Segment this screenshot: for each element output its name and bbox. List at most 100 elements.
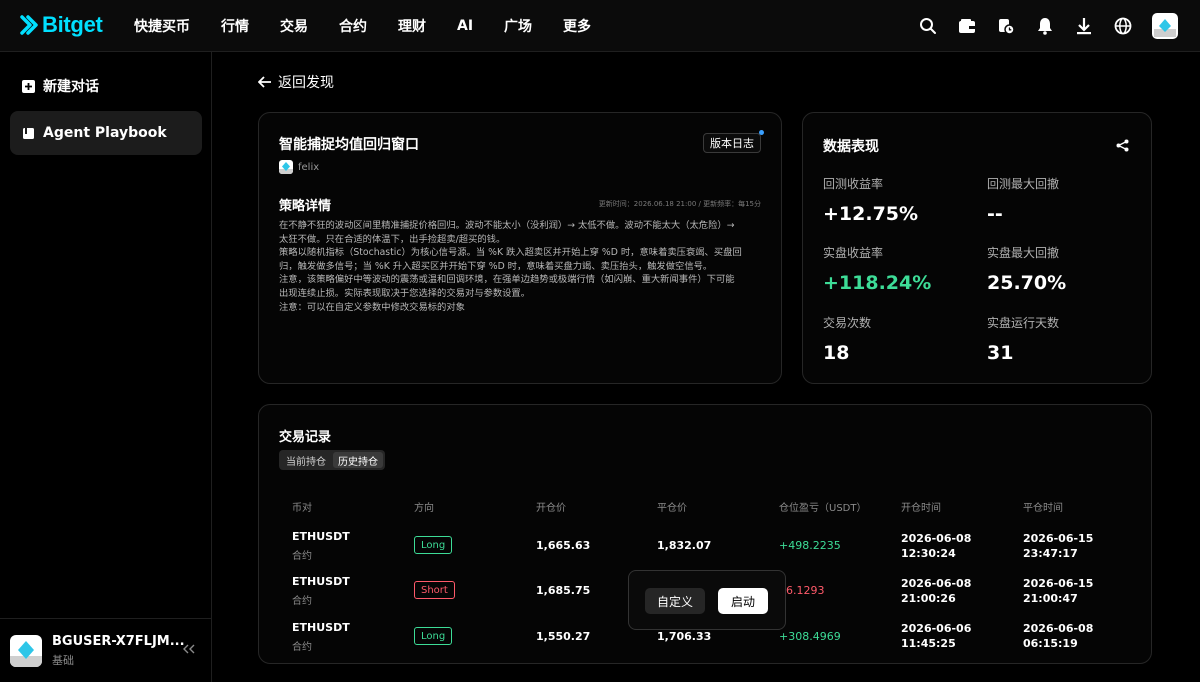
start-button[interactable]: 启动: [718, 588, 768, 614]
close-clock: 23:47:17: [1023, 547, 1078, 560]
avatar[interactable]: [1152, 13, 1178, 39]
pnl: +308.4969: [779, 630, 841, 643]
sidebar-item-label: 新建对话: [43, 79, 99, 95]
nav-futures[interactable]: 合约: [339, 16, 367, 36]
back-link[interactable]: 返回发现: [258, 72, 334, 92]
stat-value: 18: [823, 342, 850, 364]
stat-label: 实盘最大回撤: [987, 246, 1060, 260]
open-clock: 11:45:25: [901, 637, 956, 650]
stat-backtest-drawdown: 回测最大回撤 --: [987, 175, 1059, 225]
trades-tabs: 当前持仓 历史持仓: [279, 450, 385, 470]
column-header: 开仓价: [536, 503, 566, 514]
close-date: 2026-06-08: [1023, 622, 1094, 635]
nav-earn[interactable]: 理财: [398, 16, 426, 36]
nav-quick-buy[interactable]: 快捷买币: [134, 16, 190, 36]
wallet-icon[interactable]: [957, 16, 977, 36]
sidebar: 新建对话 Agent Playbook BGUSER-X7FLJM... 基础: [0, 52, 212, 682]
stat-value: --: [987, 203, 1003, 225]
contract-type: 合约: [292, 551, 312, 562]
trades-title: 交易记录: [279, 430, 332, 445]
tab-current-positions[interactable]: 当前持仓: [281, 452, 331, 468]
nav-trade[interactable]: 交易: [280, 16, 308, 36]
user-panel: BGUSER-X7FLJM... 基础: [0, 618, 211, 682]
open-date: 2026-06-08: [901, 577, 972, 590]
action-popup: 自定义 启动: [628, 570, 786, 630]
author-avatar: [279, 160, 293, 174]
stat-live-drawdown: 实盘最大回撤 25.70%: [987, 244, 1066, 294]
stat-value: 31: [987, 342, 1014, 364]
close-time: 2026-06-08 06:15:19: [1023, 621, 1093, 651]
logo[interactable]: Bitget: [18, 12, 103, 38]
sidebar-item-new-chat[interactable]: 新建对话: [10, 64, 202, 108]
stat-value: 25.70%: [987, 272, 1067, 294]
version-log-button[interactable]: 版本日志: [703, 133, 761, 153]
user-tier: 基础: [52, 653, 74, 667]
nav-markets[interactable]: 行情: [221, 16, 249, 36]
plus-square-icon: [22, 79, 35, 93]
description-line: 太狂不做。只在合适的体温下，出手捡超卖/超买的钱。: [279, 233, 506, 245]
performance-title: 数据表现: [823, 139, 879, 155]
table-row-symbol: ETHUSDT 合约: [292, 530, 350, 562]
nav-ai[interactable]: AI: [457, 18, 473, 34]
close-time: 2026-06-15 21:00:47: [1023, 576, 1093, 606]
bitget-logo-icon: [20, 15, 38, 35]
open-price: 1,685.75: [536, 584, 591, 597]
stat-trade-count: 交易次数 18: [823, 314, 871, 364]
symbol: ETHUSDT: [292, 575, 350, 588]
stat-run-days: 实盘运行天数 31: [987, 314, 1059, 364]
open-price: 1,550.27: [536, 630, 591, 643]
user-avatar[interactable]: [10, 634, 42, 667]
close-date: 2026-06-15: [1023, 532, 1094, 545]
back-label: 返回发现: [278, 75, 334, 91]
column-header: 开仓时间: [901, 503, 941, 514]
stat-live-return: 实盘收益率 +118.24%: [823, 244, 931, 294]
strategy-card: 智能捕捉均值回归窗口 版本日志 felix 策略详情 更新时间：2026.06.…: [258, 112, 782, 384]
column-header: 仓位盈亏（USDT）: [779, 503, 867, 514]
tab-history-positions[interactable]: 历史持仓: [333, 452, 383, 468]
close-clock: 21:00:47: [1023, 592, 1078, 605]
open-date: 2026-06-06: [901, 622, 972, 635]
contract-type: 合约: [292, 642, 312, 653]
bell-icon[interactable]: [1035, 16, 1055, 36]
globe-icon[interactable]: [1113, 16, 1133, 36]
user-name: BGUSER-X7FLJM...: [52, 633, 185, 649]
description-line: 在不静不狂的波动区间里精准捕捉价格回归。波动不能太小（没利润）→ 太低不做。波动…: [279, 220, 735, 231]
stat-label: 回测最大回撤: [987, 177, 1060, 191]
stat-label: 实盘运行天数: [987, 316, 1060, 330]
strategy-description: 在不静不狂的波动区间里精准捕捉价格回归。波动不能太小（没利润）→ 太低不做。波动…: [279, 219, 765, 314]
main-nav: 快捷买币 行情 交易 合约 理财 AI 广场 更多: [134, 0, 622, 52]
customize-button[interactable]: 自定义: [645, 588, 705, 614]
strategy-detail-heading: 策略详情: [279, 199, 332, 214]
column-header: 方向: [414, 503, 434, 514]
contract-type: 合约: [292, 596, 312, 607]
side-badge: Long: [414, 536, 453, 554]
sidebar-item-agent-playbook[interactable]: Agent Playbook: [10, 111, 202, 155]
nav-more[interactable]: 更多: [563, 16, 591, 36]
open-time: 2026-06-08 12:30:24: [901, 531, 971, 561]
stat-label: 实盘收益率: [823, 246, 884, 260]
description-line: 注意，该策略偏好中等波动的震荡或温和回调环境，在强单边趋势或极端行情（如闪崩、重…: [279, 274, 735, 286]
close-price: 1,832.07: [657, 539, 712, 552]
history-icon[interactable]: [996, 16, 1016, 36]
description-line: 归，触发做多信号；当 %K 升入超买区并开始下穿 %D 时，意味着买盘力竭、卖压…: [279, 260, 713, 272]
stat-backtest-return: 回测收益率 +12.75%: [823, 175, 918, 225]
arrow-left-icon: [258, 76, 271, 88]
download-icon[interactable]: [1074, 16, 1094, 36]
close-clock: 06:15:19: [1023, 637, 1078, 650]
stat-value: +12.75%: [823, 203, 919, 225]
table-row-symbol: ETHUSDT 合约: [292, 575, 350, 607]
symbol: ETHUSDT: [292, 530, 350, 543]
top-bar: Bitget 快捷买币 行情 交易 合约 理财 AI 广场 更多: [0, 0, 1200, 52]
search-icon[interactable]: [918, 16, 938, 36]
author-name: felix: [298, 161, 320, 173]
strategy-title: 智能捕捉均值回归窗口: [279, 137, 419, 153]
nav-square[interactable]: 广场: [504, 16, 532, 36]
column-header: 平仓价: [657, 503, 687, 514]
close-price: 1,706.33: [657, 630, 712, 643]
share-icon[interactable]: [1116, 137, 1129, 156]
column-header: 平仓时间: [1023, 503, 1063, 514]
collapse-sidebar-icon[interactable]: [183, 642, 195, 658]
side-badge: Short: [414, 581, 455, 599]
notification-dot: [759, 130, 764, 135]
description-line: 注意：可以在自定义参数中修改交易标的对象: [279, 301, 465, 313]
